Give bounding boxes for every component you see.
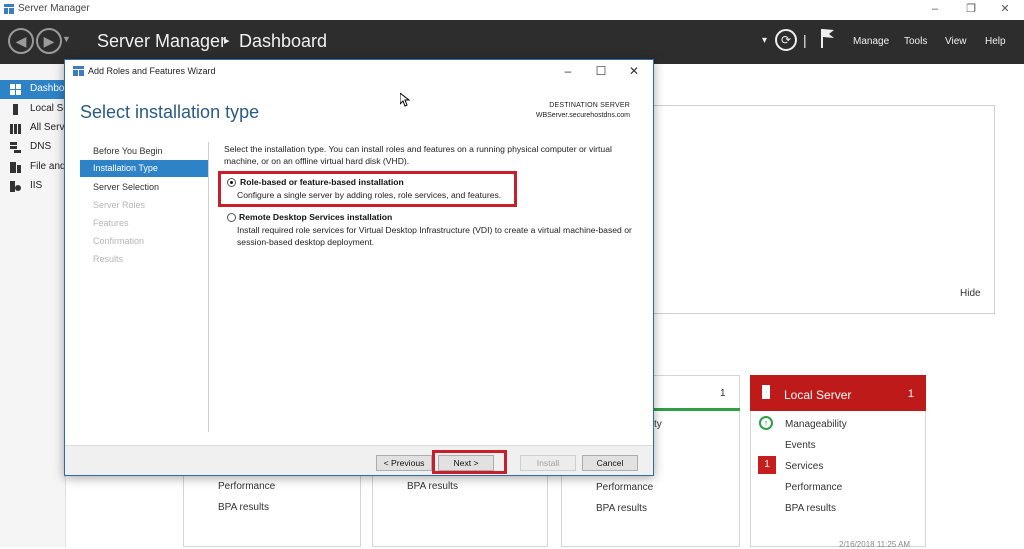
tile-bpa-results[interactable]: BPA results (785, 503, 836, 514)
tile-timestamp: 2/16/2018 11:25 AM (839, 540, 911, 549)
tile-manageability-partial[interactable]: ty (654, 419, 662, 430)
welcome-panel (652, 105, 995, 314)
wizard-app-icon (73, 66, 84, 76)
local-server-count: 1 (907, 388, 914, 400)
step-label: Server Selection (93, 182, 160, 192)
manage-menu[interactable]: Manage (853, 36, 889, 47)
step-label: Server Roles (93, 200, 146, 210)
wizard-maximize-button[interactable]: ☐ (587, 62, 615, 80)
sidebar-item-all-servers[interactable]: All Servers (0, 119, 66, 138)
step-features: Features (80, 215, 208, 232)
dns-icon (10, 142, 21, 153)
step-server-roles: Server Roles (80, 197, 208, 214)
services-alert-badge: 1 (758, 456, 776, 474)
manageability-ok-icon: ↑ (759, 416, 773, 430)
sidebar-item-label: DNS (30, 141, 52, 152)
sidebar-item-label: File and Storage Services (30, 161, 66, 172)
step-label: Results (93, 254, 124, 264)
servers-icon (10, 124, 21, 134)
install-button: Install (520, 455, 576, 471)
iis-icon (10, 181, 21, 192)
header-divider: | (803, 32, 807, 48)
sidebar-item-dashboard[interactable]: Dashboard (0, 80, 66, 99)
sidebar-item-local-server[interactable]: Local Server (0, 100, 66, 119)
mouse-cursor-icon (400, 93, 410, 107)
dashboard-icon (10, 84, 21, 95)
remote-desktop-option-description: Install required role services for Virtu… (237, 225, 632, 247)
refresh-icon[interactable]: ⟳ (775, 29, 797, 51)
sidebar-item-dns[interactable]: DNS (0, 138, 66, 157)
refresh-dropdown-icon[interactable]: ▾ (762, 35, 767, 46)
history-dropdown-icon[interactable]: ▼ (62, 34, 71, 44)
tile-performance[interactable]: Performance (596, 482, 653, 493)
tile-events[interactable]: Events (785, 440, 816, 451)
storage-icon (10, 162, 21, 173)
view-menu[interactable]: View (945, 36, 967, 47)
wizard-title: Add Roles and Features Wizard (88, 66, 216, 76)
server-icon (13, 104, 18, 115)
remote-desktop-radio[interactable] (227, 213, 236, 222)
tile-performance[interactable]: Performance (785, 482, 842, 493)
local-server-header[interactable]: Local Server 1 (750, 375, 926, 411)
sidebar-item-iis[interactable]: IIS (0, 177, 66, 196)
tile-services[interactable]: Services (785, 461, 823, 472)
highlight-box-next (432, 450, 507, 474)
previous-button[interactable]: < Previous (376, 455, 432, 471)
wizard-titlebar: Add Roles and Features Wizard – ☐ ✕ (65, 60, 653, 83)
sidebar-item-label: Local Server (30, 103, 66, 114)
help-menu[interactable]: Help (985, 36, 1006, 47)
step-results: Results (80, 251, 208, 268)
sidebar-item-label: Dashboard (30, 83, 66, 94)
hide-link[interactable]: Hide (960, 288, 981, 299)
sidebar-item-label: IIS (30, 180, 43, 191)
notifications-flag-icon[interactable] (820, 28, 834, 48)
breadcrumb-separator-icon: ▸ (224, 35, 230, 47)
sidebar-item-label: All Servers (30, 122, 66, 133)
tile-status-bar (652, 408, 740, 411)
step-server-selection[interactable]: Server Selection (80, 179, 208, 196)
wizard-footer: < Previous Next > Install Cancel (65, 445, 653, 475)
remote-desktop-option-title[interactable]: Remote Desktop Services installation (239, 212, 392, 222)
tile-count: 1 (720, 388, 726, 399)
sidebar: Dashboard Local Server All Servers DNS F… (0, 64, 66, 547)
destination-server-name: WBServer.securehostdns.com (535, 112, 630, 119)
sidebar-item-file-storage[interactable]: File and Storage Services (0, 158, 66, 177)
step-installation-type[interactable]: Installation Type (80, 160, 208, 177)
forward-arrow-icon[interactable]: ▶ (36, 28, 62, 54)
step-label: Before You Begin (93, 146, 163, 156)
wizard-minimize-button[interactable]: – (554, 62, 582, 80)
close-button[interactable]: ✕ (988, 0, 1022, 18)
app-header: ◀ ▶ ▼ Server Manager ▸ Dashboard ▾ ⟳ | M… (0, 20, 1024, 64)
step-label: Features (93, 218, 129, 228)
server-manager-icon (4, 4, 14, 14)
step-confirmation: Confirmation (80, 233, 208, 250)
tile-performance[interactable]: Performance (218, 481, 275, 492)
tools-menu[interactable]: Tools (904, 36, 927, 47)
steps-divider (208, 142, 209, 432)
wizard-heading: Select installation type (80, 102, 260, 122)
wizard-close-button[interactable]: ✕ (620, 62, 648, 80)
tile-bpa-results[interactable]: BPA results (218, 502, 269, 513)
step-label: Confirmation (93, 236, 145, 246)
tile-manageability[interactable]: Manageability (785, 419, 847, 430)
back-arrow-icon[interactable]: ◀ (8, 28, 34, 54)
restore-button[interactable]: ❐ (954, 0, 988, 18)
tile-bpa-results[interactable]: BPA results (407, 481, 458, 492)
local-server-title: Local Server (784, 388, 852, 402)
window-titlebar: Server Manager – ❐ ✕ (0, 0, 1024, 20)
intro-text: Select the installation type. You can in… (224, 144, 612, 166)
window-title: Server Manager (18, 3, 90, 14)
step-label: Installation Type (93, 163, 158, 173)
step-before-you-begin[interactable]: Before You Begin (80, 143, 208, 160)
tile-bpa-results[interactable]: BPA results (596, 503, 647, 514)
minimize-button[interactable]: – (918, 0, 952, 18)
destination-server-label: DESTINATION SERVER (549, 102, 630, 109)
breadcrumb-page: Dashboard (239, 31, 328, 51)
breadcrumb-app: Server Manager (97, 31, 227, 51)
cancel-button[interactable]: Cancel (582, 455, 638, 471)
highlight-box-option (218, 171, 517, 207)
add-roles-wizard-dialog: Add Roles and Features Wizard – ☐ ✕ Sele… (64, 59, 654, 476)
server-icon (762, 385, 770, 399)
